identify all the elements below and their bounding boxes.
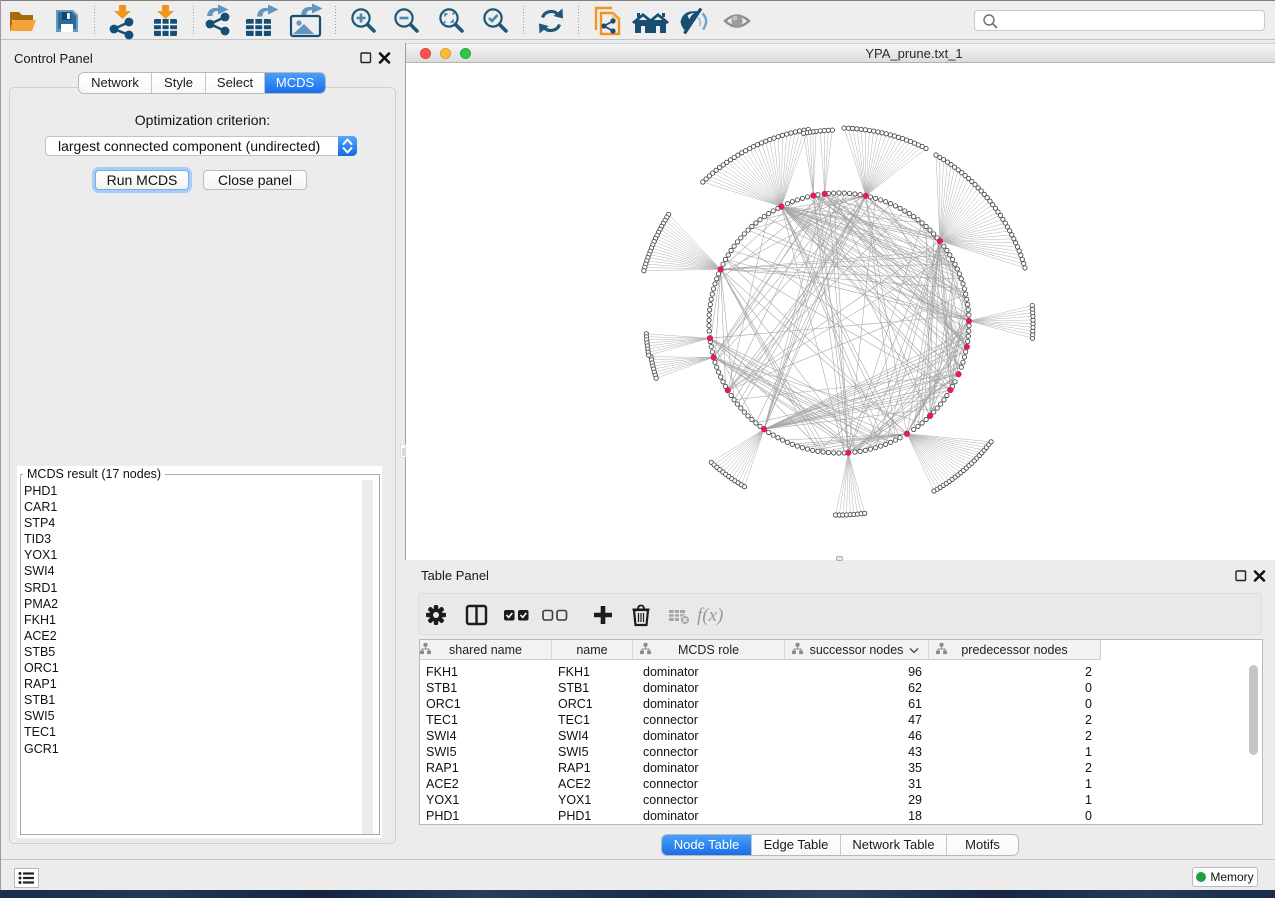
svg-text:f(x): f(x) bbox=[697, 605, 723, 626]
